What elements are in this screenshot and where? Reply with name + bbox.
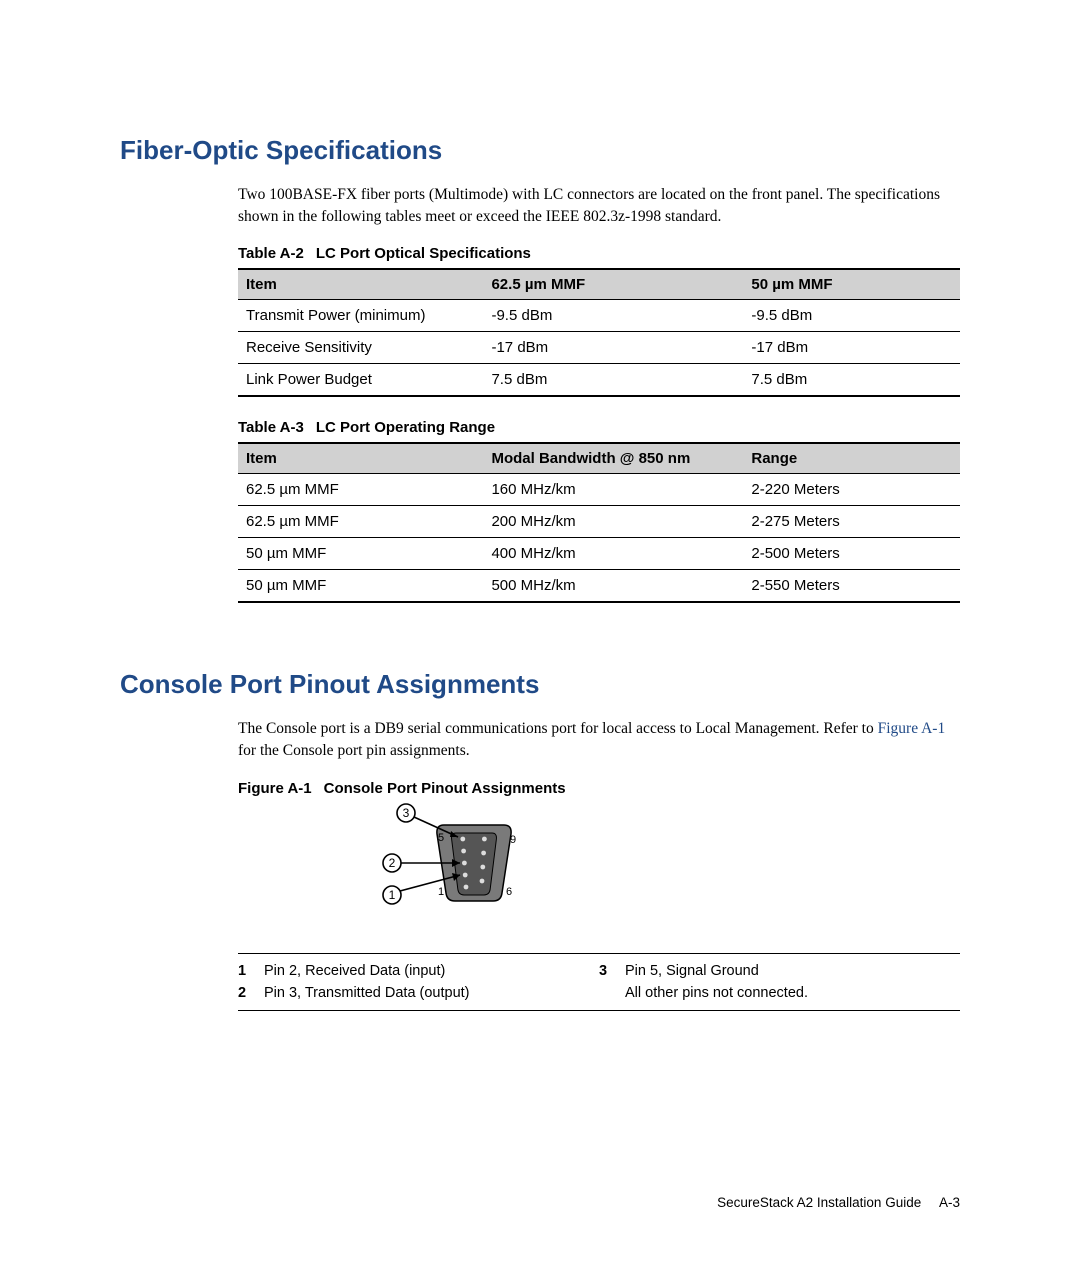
legend-num-3: 3 [599, 961, 625, 983]
svg-text:3: 3 [403, 806, 410, 820]
console-para-pre: The Console port is a DB9 serial communi… [238, 720, 878, 737]
table-a2-title: LC Port Optical Specifications [316, 245, 531, 262]
fiber-optic-specifications-heading: Fiber-Optic Specifications [120, 135, 960, 166]
svg-text:6: 6 [506, 886, 512, 898]
cell: 2-500 Meters [743, 538, 960, 570]
svg-text:1: 1 [389, 888, 396, 902]
cell: -9.5 dBm [483, 300, 743, 332]
cell: 2-550 Meters [743, 570, 960, 603]
figure-a1-link[interactable]: Figure A-1 [878, 720, 946, 737]
legend-num-blank [599, 983, 625, 1005]
footer-book: SecureStack A2 Installation Guide [717, 1195, 921, 1210]
table-a2: Item 62.5 µm MMF 50 µm MMF Transmit Powe… [238, 268, 960, 397]
figure-a1-title: Console Port Pinout Assignments [324, 780, 566, 797]
legend-text-1: Pin 2, Received Data (input) [264, 961, 445, 983]
legend-text-2: Pin 3, Transmitted Data (output) [264, 983, 470, 1005]
table-a3-h1: Item [238, 443, 483, 474]
cell: 2-220 Meters [743, 474, 960, 506]
legend-text-3: Pin 5, Signal Ground [625, 961, 759, 983]
legend-num-1: 1 [238, 961, 264, 983]
table-row: Receive Sensitivity -17 dBm -17 dBm [238, 332, 960, 364]
table-a3-number: Table A-3 [238, 419, 304, 436]
footer-page: A-3 [939, 1195, 960, 1210]
table-a3: Item Modal Bandwidth @ 850 nm Range 62.5… [238, 442, 960, 603]
cell: -17 dBm [483, 332, 743, 364]
cell: 50 µm MMF [238, 538, 483, 570]
figure-a1-caption: Figure A-1 Console Port Pinout Assignment… [238, 780, 960, 797]
table-row: 62.5 µm MMF 200 MHz/km 2-275 Meters [238, 506, 960, 538]
cell: 400 MHz/km [483, 538, 743, 570]
cell: 500 MHz/km [483, 570, 743, 603]
table-a2-h3: 50 µm MMF [743, 269, 960, 300]
cell: 62.5 µm MMF [238, 474, 483, 506]
table-a2-caption: Table A-2 LC Port Optical Specifications [238, 245, 960, 262]
table-a2-h1: Item [238, 269, 483, 300]
cell: 200 MHz/km [483, 506, 743, 538]
legend-num-2: 2 [238, 983, 264, 1005]
svg-text:9: 9 [510, 834, 516, 846]
cell: Receive Sensitivity [238, 332, 483, 364]
table-row: Link Power Budget 7.5 dBm 7.5 dBm [238, 364, 960, 397]
figure-a1-number: Figure A-1 [238, 780, 312, 797]
cell: 160 MHz/km [483, 474, 743, 506]
table-row: Transmit Power (minimum) -9.5 dBm -9.5 d… [238, 300, 960, 332]
fiber-paragraph: Two 100BASE-FX fiber ports (Multimode) w… [238, 184, 960, 227]
table-a2-h2: 62.5 µm MMF [483, 269, 743, 300]
cell: 7.5 dBm [483, 364, 743, 397]
cell: 62.5 µm MMF [238, 506, 483, 538]
table-a3-h2: Modal Bandwidth @ 850 nm [483, 443, 743, 474]
page-footer: SecureStack A2 Installation Guide A-3 [717, 1195, 960, 1210]
table-row: 50 µm MMF 500 MHz/km 2-550 Meters [238, 570, 960, 603]
table-a3-title: LC Port Operating Range [316, 419, 495, 436]
console-paragraph: The Console port is a DB9 serial communi… [238, 718, 960, 761]
table-a3-h3: Range [743, 443, 960, 474]
cell: 2-275 Meters [743, 506, 960, 538]
figure-legend: 1 Pin 2, Received Data (input) 3 Pin 5, … [238, 953, 960, 1012]
table-a2-number: Table A-2 [238, 245, 304, 262]
cell: Link Power Budget [238, 364, 483, 397]
cell: 7.5 dBm [743, 364, 960, 397]
db9-connector-icon: 3 2 1 5 1 9 6 [378, 803, 578, 921]
console-port-heading: Console Port Pinout Assignments [120, 669, 960, 700]
legend-text-4: All other pins not connected. [625, 983, 808, 1005]
svg-text:5: 5 [438, 832, 444, 844]
table-a3-caption: Table A-3 LC Port Operating Range [238, 419, 960, 436]
cell: 50 µm MMF [238, 570, 483, 603]
figure-a1: 3 2 1 5 1 9 6 [238, 803, 960, 923]
table-row: 50 µm MMF 400 MHz/km 2-500 Meters [238, 538, 960, 570]
console-para-post: for the Console port pin assignments. [238, 742, 470, 759]
table-row: 62.5 µm MMF 160 MHz/km 2-220 Meters [238, 474, 960, 506]
svg-text:1: 1 [438, 886, 444, 898]
svg-text:2: 2 [389, 856, 396, 870]
cell: -17 dBm [743, 332, 960, 364]
cell: Transmit Power (minimum) [238, 300, 483, 332]
cell: -9.5 dBm [743, 300, 960, 332]
